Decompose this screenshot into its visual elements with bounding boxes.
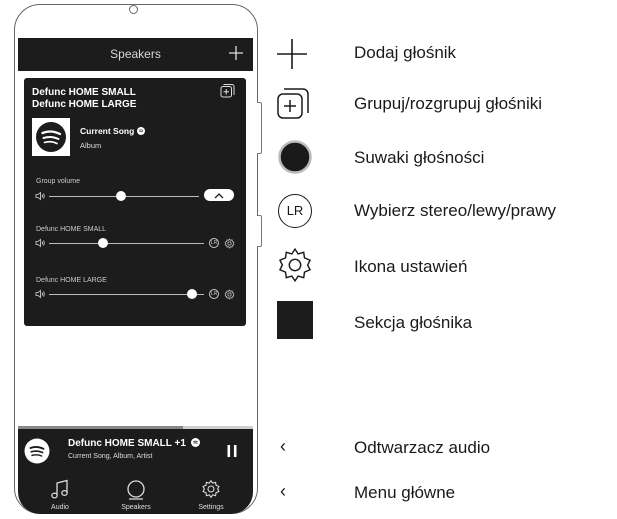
spotify-small-icon <box>190 438 200 447</box>
nav-item-speakers[interactable]: Speakers <box>106 475 166 513</box>
group-volume-label: Group volume <box>36 178 80 185</box>
plus-icon <box>277 39 307 69</box>
side-button <box>257 102 262 154</box>
song-title: Current Song <box>80 126 145 136</box>
spotify-logo-icon <box>24 438 50 464</box>
gear-icon <box>278 247 312 283</box>
page-title: Speakers <box>110 47 161 61</box>
speaker-icon <box>127 480 145 500</box>
camera-dot <box>129 5 138 14</box>
album-art <box>32 118 70 156</box>
gear-icon <box>202 479 220 499</box>
player-title: Defunc HOME SMALL +1 <box>68 438 200 449</box>
nav-item-settings[interactable]: Settings <box>181 475 241 513</box>
speaker-volume-slider[interactable] <box>98 238 109 248</box>
speaker-volume-slider[interactable] <box>186 289 197 299</box>
chevron-left-icon: ‹ <box>280 436 286 456</box>
legend-text: Odtwarzacz audio <box>354 438 491 457</box>
volume-icon <box>35 191 45 201</box>
legend-text: Wybierz stereo/lewy/prawy <box>354 201 557 220</box>
lr-icon: LR <box>278 194 312 228</box>
plus-icon[interactable] <box>228 45 244 61</box>
speaker-section-icon <box>277 301 313 339</box>
collapse-button[interactable] <box>204 189 234 201</box>
speaker-volume-track[interactable] <box>49 294 204 295</box>
chevron-up-icon <box>214 193 224 199</box>
legend-text: Ikona ustawień <box>354 257 468 276</box>
legend-text: Dodaj głośnik <box>354 43 457 62</box>
group-volume-slider[interactable] <box>116 191 126 201</box>
legend-text: Grupuj/rozgrupuj głośniki <box>354 94 543 113</box>
legend-text: Menu główne <box>354 483 456 502</box>
lr-icon[interactable]: LR <box>209 238 219 248</box>
player-title-text: Defunc HOME SMALL +1 <box>68 438 186 449</box>
speaker-volume-track[interactable] <box>49 243 204 244</box>
nav-label: Audio <box>51 504 69 511</box>
volume-slider-icon <box>278 140 312 174</box>
lr-icon[interactable]: LR <box>209 289 219 299</box>
legend-text: Sekcja głośnika <box>354 313 473 332</box>
side-button <box>257 215 262 247</box>
header-bar: Speakers <box>18 38 253 71</box>
gear-icon[interactable] <box>224 237 235 249</box>
nav-label: Settings <box>198 504 224 511</box>
audio-player[interactable]: Defunc HOME SMALL +1 Current Song, Album… <box>18 429 253 473</box>
album-name: Album <box>80 141 102 150</box>
music-icon <box>51 479 68 499</box>
spotify-logo-icon <box>36 122 66 152</box>
spotify-small-icon <box>136 127 145 135</box>
speaker-volume-label: Defunc HOME SMALL <box>36 226 107 233</box>
group-icon <box>277 88 309 119</box>
speaker-name: Defunc HOME SMALL <box>32 87 136 98</box>
pause-icon[interactable] <box>226 444 238 458</box>
speaker-name: Defunc HOME LARGE <box>32 99 137 110</box>
speaker-section[interactable]: Defunc HOME SMALL Defunc HOME LARGE Curr… <box>24 78 246 326</box>
player-subtitle: Current Song, Album, Artist <box>68 453 153 460</box>
chevron-left-icon: ‹ <box>280 481 286 501</box>
main-menu: Audio Speakers Settings <box>18 473 253 514</box>
legend-text: Suwaki głośności <box>354 148 485 167</box>
nav-label: Speakers <box>121 504 151 511</box>
volume-icon <box>35 289 45 299</box>
group-icon[interactable] <box>220 83 235 98</box>
gear-icon[interactable] <box>224 288 235 300</box>
app-screen: Speakers Defunc HOME SMALL Defunc HOME L… <box>18 38 253 514</box>
volume-icon <box>35 238 45 248</box>
speaker-volume-label: Defunc HOME LARGE <box>36 277 107 284</box>
nav-item-audio[interactable]: Audio <box>30 475 90 513</box>
song-title-text: Current Song <box>80 126 135 136</box>
